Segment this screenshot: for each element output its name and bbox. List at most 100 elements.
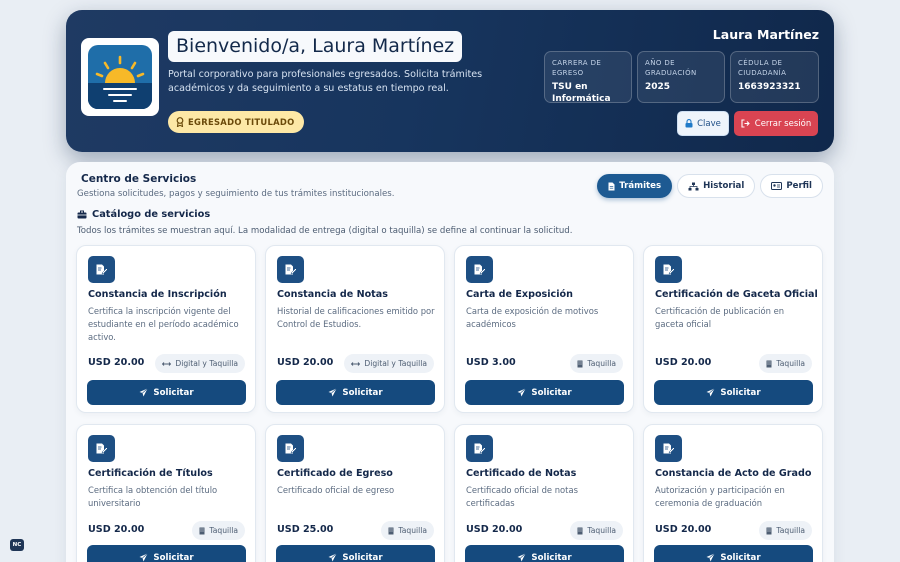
sitemap-icon [688, 182, 699, 190]
tab-historial[interactable]: Historial [677, 174, 756, 198]
request-label: Solicitar [531, 387, 572, 398]
delivery-mode-badge: Taquilla [192, 521, 245, 540]
sign-out-icon [741, 119, 750, 128]
request-button[interactable]: Solicitar [87, 380, 246, 405]
logout-button[interactable]: Cerrar sesión [734, 111, 818, 136]
user-name: Laura Martínez [712, 27, 819, 42]
edit-document-icon [655, 256, 682, 283]
request-label: Solicitar [531, 552, 572, 562]
service-description: Historial de calificaciones emitido por … [277, 306, 435, 329]
catalog-title: Catálogo de servicios [77, 209, 210, 220]
service-price: USD 20.00 [466, 524, 523, 535]
services-panel: Centro de Servicios Gestiona solicitudes… [66, 162, 834, 562]
service-description: Certificación de publicación en gaceta o… [655, 306, 785, 329]
service-price: USD 3.00 [466, 357, 516, 368]
delivery-mode-badge: Taquilla [570, 354, 623, 373]
graduate-status-badge: EGRESADO TITULADO [168, 111, 304, 133]
delivery-mode-badge: Digital y Taquilla [155, 354, 245, 373]
delivery-mode-badge: Taquilla [381, 521, 434, 540]
corner-badge: NC [10, 539, 24, 551]
briefcase-icon [77, 210, 87, 219]
request-button[interactable]: Solicitar [465, 545, 624, 562]
tab-tramites[interactable]: Trámites [597, 174, 673, 198]
delivery-mode-label: Digital y Taquilla [175, 359, 238, 368]
info-value: TSU en Informática [552, 82, 611, 104]
building-icon [577, 527, 583, 535]
service-card: Constancia de Inscripción Certifica la in… [76, 245, 256, 413]
tab-label: Trámites [619, 181, 662, 191]
service-card: Certificado de Notas Certificado oficial … [454, 424, 634, 562]
paper-plane-icon [706, 553, 716, 562]
service-description: Carta de exposición de motivos académico… [466, 306, 599, 329]
section-subtitle: Gestiona solicitudes, pagos y seguimient… [77, 189, 395, 199]
request-button[interactable]: Solicitar [654, 380, 813, 405]
request-button[interactable]: Solicitar [276, 380, 435, 405]
request-button[interactable]: Solicitar [465, 380, 624, 405]
info-label: CARRERA DE EGRESO [552, 59, 602, 77]
service-card: Certificación de Gaceta Oficial Certifica… [643, 245, 823, 413]
edit-document-icon [277, 256, 304, 283]
service-title: Constancia de Notas [277, 289, 388, 300]
edit-document-icon [88, 256, 115, 283]
edit-document-icon [277, 435, 304, 462]
request-label: Solicitar [720, 552, 761, 562]
institution-logo [81, 38, 159, 116]
request-button[interactable]: Solicitar [276, 545, 435, 562]
request-label: Solicitar [342, 552, 383, 562]
paper-plane-icon [328, 553, 338, 562]
request-button[interactable]: Solicitar [654, 545, 813, 562]
info-card-graduation-year: AÑO DE GRADUACIÓN 2025 [637, 51, 725, 103]
info-value: 1663923321 [738, 82, 801, 92]
delivery-mode-label: Taquilla [776, 526, 805, 535]
info-card-id: CÉDULA DE CIUDADANÍA 1663923321 [730, 51, 819, 103]
service-card: Certificación de Títulos Certifica la obt… [76, 424, 256, 562]
welcome-title: Bienvenido/a, Laura Martínez [168, 31, 463, 62]
service-description: Certificado oficial de notas certificada… [466, 485, 578, 508]
profile-header: Bienvenido/a, Laura Martínez Portal corp… [66, 10, 834, 152]
delivery-mode-label: Taquilla [398, 526, 427, 535]
badge-label: EGRESADO TITULADO [188, 117, 295, 127]
file-icon [608, 182, 615, 190]
info-label: AÑO DE GRADUACIÓN [645, 59, 697, 77]
service-description: Certifica la inscripción vigente del est… [88, 306, 239, 342]
service-card: Constancia de Notas Historial de califica… [265, 245, 445, 413]
service-card: Constancia de Acto de Grado Autorización … [643, 424, 823, 562]
edit-document-icon [655, 435, 682, 462]
delivery-mode-badge: Taquilla [759, 521, 812, 540]
service-title: Constancia de Inscripción [88, 289, 227, 300]
service-price: USD 20.00 [655, 524, 712, 535]
service-card: Carta de Exposición Carta de exposición d… [454, 245, 634, 413]
service-price: USD 20.00 [277, 357, 334, 368]
request-button[interactable]: Solicitar [87, 545, 246, 562]
edit-document-icon [466, 435, 493, 462]
delivery-mode-label: Digital y Taquilla [364, 359, 427, 368]
info-card-career: CARRERA DE EGRESO TSU en Informática [544, 51, 632, 104]
service-price: USD 20.00 [88, 357, 145, 368]
swap-icon [351, 361, 361, 367]
request-label: Solicitar [153, 552, 194, 562]
edit-document-icon [466, 256, 493, 283]
tab-perfil[interactable]: Perfil [760, 174, 823, 198]
building-icon [766, 527, 772, 535]
service-price: USD 25.00 [277, 524, 334, 535]
award-icon [176, 117, 184, 127]
sunrise-logo-icon [88, 45, 152, 109]
paper-plane-icon [517, 553, 527, 562]
request-label: Solicitar [153, 387, 194, 398]
delivery-mode-badge: Taquilla [759, 354, 812, 373]
change-password-button[interactable]: Clave [677, 111, 729, 136]
request-label: Solicitar [342, 387, 383, 398]
delivery-mode-label: Taquilla [587, 526, 616, 535]
building-icon [388, 527, 394, 535]
paper-plane-icon [517, 388, 527, 397]
service-description: Certificado oficial de egreso [277, 485, 395, 495]
service-title: Carta de Exposición [466, 289, 573, 300]
info-label: CÉDULA DE CIUDADANÍA [738, 59, 787, 77]
tab-bar: Trámites Historial Perfil [597, 174, 823, 198]
service-title: Certificación de Títulos [88, 468, 213, 479]
delivery-mode-label: Taquilla [776, 359, 805, 368]
request-label: Solicitar [720, 387, 761, 398]
logout-label: Cerrar sesión [754, 118, 812, 129]
delivery-mode-label: Taquilla [587, 359, 616, 368]
paper-plane-icon [706, 388, 716, 397]
